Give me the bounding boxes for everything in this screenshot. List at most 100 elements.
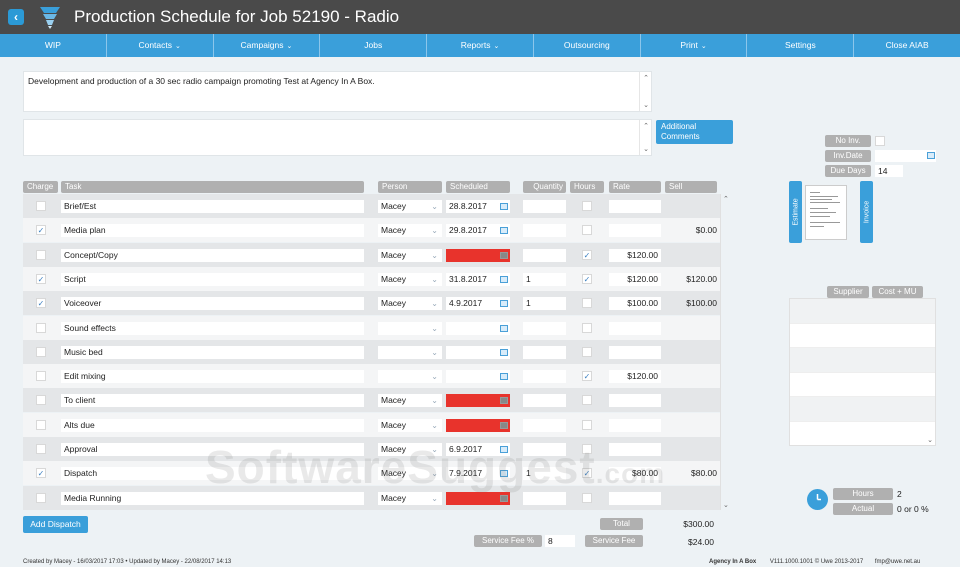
nav-campaigns[interactable]: Campaigns ⌄: [214, 34, 321, 57]
rate-field[interactable]: [609, 224, 661, 238]
scheduled-field[interactable]: [446, 321, 510, 335]
additional-comments-button[interactable]: Additional Comments: [656, 120, 733, 144]
task-field[interactable]: Edit mixing: [61, 370, 364, 384]
hours-checkbox[interactable]: [582, 444, 592, 454]
estimate-button[interactable]: Estimate: [789, 181, 802, 243]
quantity-field[interactable]: [523, 491, 566, 505]
person-select[interactable]: Macey ⌄: [378, 394, 442, 408]
calendar-icon[interactable]: [500, 324, 508, 332]
charge-checkbox[interactable]: [36, 395, 46, 406]
scheduled-field[interactable]: 6.9.2017: [446, 443, 510, 456]
quantity-field[interactable]: [523, 321, 566, 335]
supplier-scroll-down-icon[interactable]: ⌄: [927, 436, 933, 444]
charge-checkbox[interactable]: [36, 346, 46, 357]
comments-field[interactable]: ⌃ ⌄: [23, 119, 652, 156]
hours-checkbox[interactable]: [582, 225, 592, 236]
quantity-field[interactable]: [523, 370, 566, 384]
calendar-icon[interactable]: [500, 300, 508, 308]
quantity-field[interactable]: 1: [523, 467, 566, 481]
scheduled-field[interactable]: [446, 491, 510, 505]
task-field[interactable]: Music bed: [61, 345, 364, 359]
calendar-icon[interactable]: [500, 203, 508, 210]
person-select[interactable]: Macey ⌄: [378, 443, 442, 456]
task-field[interactable]: Script: [61, 272, 364, 286]
scheduled-field[interactable]: 7.9.2017: [446, 467, 510, 481]
scheduled-field[interactable]: 29.8.2017: [446, 224, 510, 238]
service-fee-pct-field[interactable]: 8: [545, 535, 575, 547]
supplier-list[interactable]: ⌄: [789, 298, 936, 446]
rate-field[interactable]: [609, 345, 661, 359]
task-field[interactable]: To client: [61, 394, 364, 408]
calendar-icon[interactable]: [500, 494, 508, 502]
nav-reports[interactable]: Reports ⌄: [427, 34, 534, 57]
quantity-field[interactable]: [523, 443, 566, 456]
rate-field[interactable]: $120.00: [609, 248, 661, 262]
scheduled-field[interactable]: [446, 418, 510, 432]
quantity-field[interactable]: [523, 200, 566, 213]
rate-field[interactable]: $80.00: [609, 467, 661, 481]
nav-jobs[interactable]: Jobs: [320, 34, 428, 57]
hours-checkbox[interactable]: ✓: [582, 273, 592, 284]
rate-field[interactable]: $120.00: [609, 272, 661, 286]
rate-field[interactable]: [609, 443, 661, 456]
person-select[interactable]: Macey ⌄: [378, 272, 442, 286]
charge-checkbox[interactable]: [36, 419, 46, 430]
document-thumbnail[interactable]: [805, 185, 847, 240]
hours-checkbox[interactable]: [582, 419, 592, 430]
task-field[interactable]: Voiceover: [61, 297, 364, 311]
calendar-icon[interactable]: [500, 446, 508, 453]
rate-field[interactable]: [609, 200, 661, 213]
task-field[interactable]: Dispatch: [61, 467, 364, 481]
person-select[interactable]: Macey ⌄: [378, 297, 442, 311]
due-days-field[interactable]: 14: [875, 165, 903, 177]
calendar-icon[interactable]: [500, 373, 508, 381]
scheduled-field[interactable]: [446, 394, 510, 408]
quantity-field[interactable]: [523, 248, 566, 262]
person-select[interactable]: ⌄: [378, 370, 442, 384]
hours-checkbox[interactable]: ✓: [582, 371, 592, 382]
charge-checkbox[interactable]: ✓: [36, 225, 46, 236]
hours-checkbox[interactable]: [582, 395, 592, 406]
nav-contacts[interactable]: Contacts ⌄: [107, 34, 214, 57]
quantity-field[interactable]: [523, 224, 566, 238]
calendar-icon[interactable]: [500, 470, 508, 478]
scheduled-field[interactable]: 31.8.2017: [446, 272, 510, 286]
calendar-icon[interactable]: [500, 227, 508, 235]
charge-checkbox[interactable]: [36, 371, 46, 382]
charge-checkbox[interactable]: ✓: [36, 298, 46, 309]
calendar-icon[interactable]: [500, 275, 508, 283]
task-field[interactable]: Concept/Copy: [61, 248, 364, 262]
hours-checkbox[interactable]: ✓: [582, 468, 592, 479]
calendar-icon[interactable]: [500, 397, 508, 405]
person-select[interactable]: ⌄: [378, 345, 442, 359]
nav-print[interactable]: Print ⌄: [641, 34, 748, 57]
quantity-field[interactable]: [523, 394, 566, 408]
charge-checkbox[interactable]: [36, 492, 46, 503]
scheduled-field[interactable]: [446, 370, 510, 384]
task-field[interactable]: Alts due: [61, 418, 364, 432]
scheduled-field[interactable]: [446, 345, 510, 359]
rate-field[interactable]: [609, 394, 661, 408]
scheduled-field[interactable]: [446, 248, 510, 262]
rate-field[interactable]: [609, 418, 661, 432]
nav-close-aiab[interactable]: Close AIAB: [854, 34, 960, 57]
hours-checkbox[interactable]: [582, 492, 592, 503]
person-select[interactable]: Macey ⌄: [378, 491, 442, 505]
quantity-field[interactable]: 1: [523, 272, 566, 286]
quantity-field[interactable]: [523, 418, 566, 432]
person-select[interactable]: ⌄: [378, 321, 442, 335]
hours-checkbox[interactable]: ✓: [582, 249, 592, 260]
comments-scrollbar[interactable]: ⌃ ⌄: [639, 120, 651, 155]
charge-checkbox[interactable]: ✓: [36, 468, 46, 479]
rate-field[interactable]: $100.00: [609, 297, 661, 311]
hours-checkbox[interactable]: [582, 346, 592, 357]
charge-checkbox[interactable]: [36, 444, 46, 454]
description-field[interactable]: Development and production of a 30 sec r…: [23, 71, 652, 112]
task-field[interactable]: Brief/Est: [61, 200, 364, 213]
task-field[interactable]: Media plan: [61, 224, 364, 238]
quantity-field[interactable]: 1: [523, 297, 566, 311]
rate-field[interactable]: [609, 321, 661, 335]
charge-checkbox[interactable]: [36, 249, 46, 260]
no-inv-checkbox[interactable]: [875, 136, 885, 146]
hours-checkbox[interactable]: [582, 201, 592, 211]
